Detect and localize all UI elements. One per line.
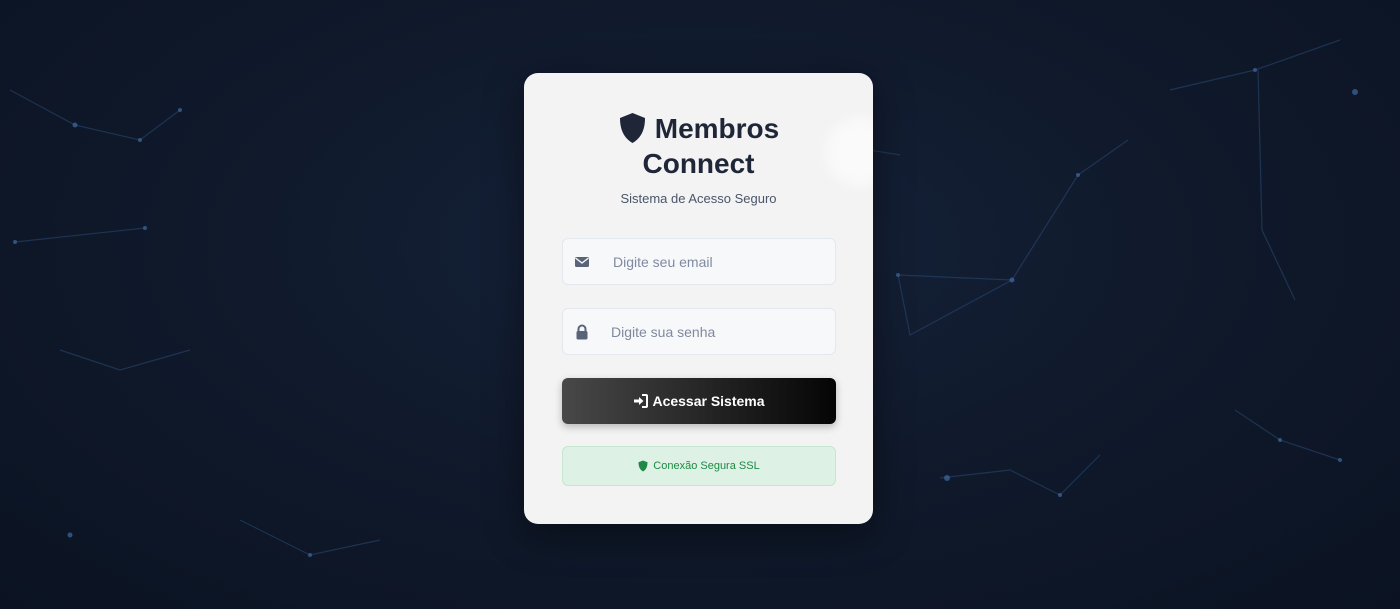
email-field[interactable] [562, 238, 838, 285]
login-button-label: Acessar Sistema [652, 393, 765, 409]
shield-icon [638, 460, 648, 472]
sign-in-icon [633, 394, 649, 408]
lock-icon [574, 324, 590, 340]
ssl-badge: Conexão Segura SSL [562, 446, 836, 486]
envelope-icon [574, 254, 590, 270]
shield-icon [618, 112, 647, 144]
password-input[interactable] [611, 309, 836, 354]
password-field[interactable] [562, 308, 836, 355]
title-line2: Connect [642, 148, 755, 179]
title-line1: Membros [654, 113, 780, 144]
ssl-badge-label: Conexão Segura SSL [653, 460, 760, 472]
email-input[interactable] [613, 239, 838, 284]
login-card: Membros Connect Sistema de Acesso Seguro [524, 73, 873, 524]
login-button[interactable]: Acessar Sistema [562, 378, 836, 424]
brand-title: Membros Connect [524, 111, 873, 181]
subtitle: Sistema de Acesso Seguro [620, 191, 777, 206]
